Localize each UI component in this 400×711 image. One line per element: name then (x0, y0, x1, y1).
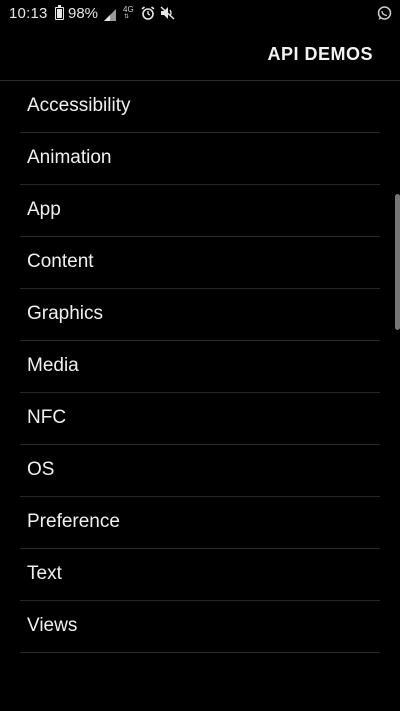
list-item-nfc[interactable]: NFC (20, 393, 380, 445)
list-item-label: Graphics (27, 303, 104, 324)
list-item-content[interactable]: Content (20, 237, 380, 289)
mute-icon (160, 6, 175, 24)
battery-percent: 98% (68, 5, 99, 22)
scrollbar[interactable] (395, 194, 400, 330)
status-time: 10:13 (9, 5, 48, 22)
status-bar: 10:13 98% 4G ⇅ (0, 0, 400, 28)
alarm-icon (141, 6, 155, 24)
list-item-graphics[interactable]: Graphics (20, 289, 380, 341)
list-item-app[interactable]: App (20, 185, 380, 237)
list-item-label: Content (27, 251, 94, 272)
list-item-label: NFC (27, 407, 67, 428)
whatsapp-icon (377, 6, 392, 25)
list-item-views[interactable]: Views (20, 601, 380, 653)
signal-icon (104, 8, 116, 25)
list-item-accessibility[interactable]: Accessibility (20, 81, 380, 133)
battery-icon (55, 5, 64, 20)
list-item-os[interactable]: OS (20, 445, 380, 497)
list-item-text[interactable]: Text (20, 549, 380, 601)
app-bar: API DEMOS (0, 28, 400, 81)
data-activity-icon: ⇅ (124, 14, 130, 20)
list-item-label: Accessibility (27, 95, 131, 116)
list-item-label: Animation (27, 147, 112, 168)
list-item-preference[interactable]: Preference (20, 497, 380, 549)
list-item-label: Preference (27, 511, 120, 532)
demo-category-list: Accessibility Animation App Content Grap… (20, 81, 380, 653)
list-item-media[interactable]: Media (20, 341, 380, 393)
list-item-animation[interactable]: Animation (20, 133, 380, 185)
list-item-label: Media (27, 355, 79, 376)
page-title: API DEMOS (267, 44, 373, 64)
list-item-label: Views (27, 615, 78, 636)
list-item-label: OS (27, 459, 55, 480)
list-item-label: App (27, 199, 61, 220)
list-item-label: Text (27, 563, 62, 584)
